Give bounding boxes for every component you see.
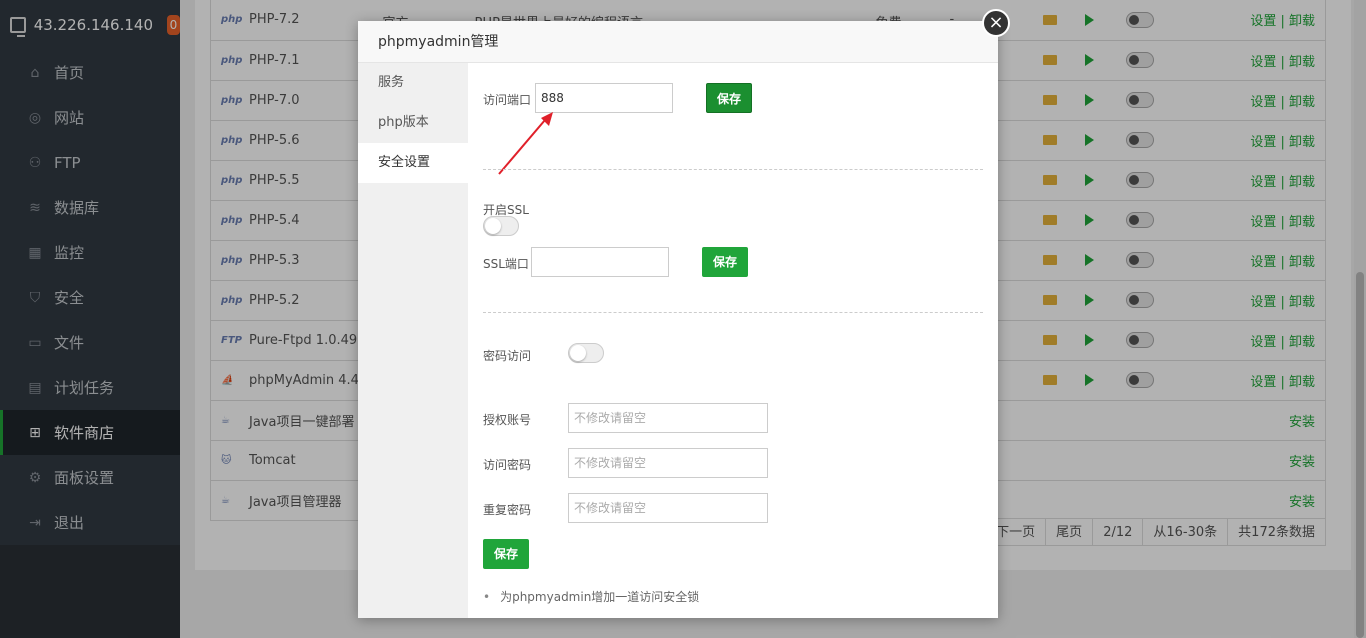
- security-settings-content: 访问端口 888 保存 开启SSL SSL端口 保存 密码访问 授权账号 不修改…: [468, 63, 998, 618]
- modal-title: phpmyadmin管理: [358, 21, 998, 63]
- repeat-password-label: 重复密码: [483, 503, 532, 517]
- ssl-port-input[interactable]: [531, 247, 669, 277]
- port-label: 访问端口: [483, 93, 532, 107]
- tab-2[interactable]: 安全设置: [358, 143, 468, 183]
- password-access-toggle[interactable]: [568, 343, 604, 363]
- password-access-label: 密码访问: [483, 349, 532, 363]
- tip-text: 为phpmyadmin增加一道访问安全锁: [483, 588, 699, 605]
- close-icon[interactable]: ×: [982, 9, 1010, 37]
- ssl-toggle[interactable]: [483, 216, 519, 236]
- ssl-port-label: SSL端口: [483, 257, 529, 271]
- tab-0[interactable]: 服务: [358, 63, 468, 103]
- save-port-button[interactable]: 保存: [706, 83, 752, 113]
- auth-user-label: 授权账号: [483, 413, 532, 427]
- modal-tabs: 服务 php版本 安全设置: [358, 63, 468, 618]
- save-password-button[interactable]: 保存: [483, 539, 529, 569]
- save-ssl-button[interactable]: 保存: [702, 247, 748, 277]
- auth-user-input[interactable]: 不修改请留空: [568, 403, 768, 433]
- repeat-password-input[interactable]: 不修改请留空: [568, 493, 768, 523]
- phpmyadmin-modal: phpmyadmin管理 × 服务 php版本 安全设置 访问端口 888 保存 开…: [358, 9, 1010, 618]
- access-password-label: 访问密码: [483, 458, 532, 472]
- access-password-input[interactable]: 不修改请留空: [568, 448, 768, 478]
- divider: [483, 169, 983, 170]
- tab-1[interactable]: php版本: [358, 103, 468, 143]
- divider: [483, 312, 983, 313]
- red-arrow-annotation: [498, 112, 553, 175]
